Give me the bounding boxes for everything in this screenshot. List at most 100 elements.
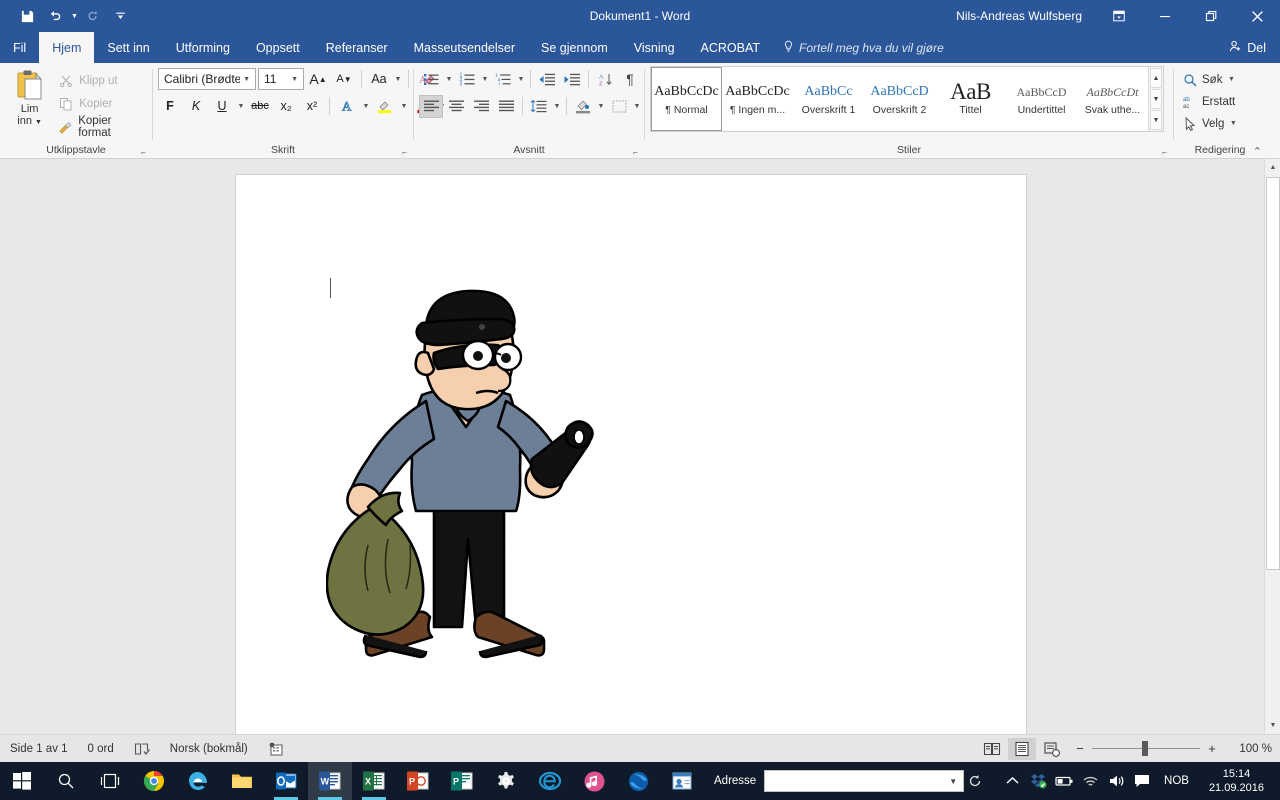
change-case-button[interactable]: Aa [367,68,391,91]
zoom-in-button[interactable]: + [1206,741,1218,756]
tab-oppsett[interactable]: Oppsett [243,32,313,63]
tab-se-gjennom[interactable]: Se gjennom [528,32,621,63]
share-button[interactable]: Del [1215,32,1280,63]
proofing-status-icon[interactable] [124,742,160,756]
highlight-caret[interactable]: ▼ [399,103,409,110]
style-overskrift-1[interactable]: AaBbCc Overskrift 1 [793,67,864,131]
text-effects-caret[interactable]: ▼ [361,103,371,110]
styles-more-icon[interactable]: ▼ [1150,110,1162,130]
select-button[interactable]: Velg ▼ [1179,113,1241,134]
clipart-burglar-image[interactable] [325,277,596,672]
settings-icon[interactable] [484,762,528,800]
print-layout-button[interactable] [1008,737,1036,760]
styles-dialog-launcher[interactable]: ⌐ [1159,147,1170,158]
zoom-slider[interactable]: − + [1068,741,1224,756]
tab-acrobat[interactable]: ACROBAT [688,32,774,63]
publisher-icon[interactable]: P [440,762,484,800]
underline-button[interactable]: U [210,95,234,118]
style-ingen-mellomrom[interactable]: AaBbCcDc ¶ Ingen m... [722,67,793,131]
borders-caret[interactable]: ▼ [632,103,642,110]
line-spacing-caret[interactable]: ▼ [552,103,562,110]
tab-referanser[interactable]: Referanser [313,32,401,63]
borders-button[interactable] [607,95,631,118]
align-left-button[interactable] [419,94,443,118]
wifi-icon[interactable] [1078,762,1102,800]
address-combo[interactable]: ▼ [764,770,965,792]
language-indicator[interactable]: Norsk (bokmål) [160,743,258,755]
file-explorer-icon[interactable] [220,762,264,800]
language-tray[interactable]: NOB [1156,775,1197,787]
volume-icon[interactable] [1104,762,1128,800]
internet-explorer-icon[interactable] [528,762,572,800]
ribbon-display-options-icon[interactable] [1096,0,1142,32]
grow-font-button[interactable]: A ▲ [306,68,330,91]
save-icon[interactable] [14,4,40,28]
search-icon[interactable] [44,762,88,800]
vertical-scrollbar[interactable]: ▲ ▼ [1264,159,1280,734]
style-normal[interactable]: AaBbCcDc ¶ Normal [651,67,722,131]
underline-caret[interactable]: ▼ [236,103,246,110]
select-caret[interactable]: ▼ [1228,120,1238,127]
subscript-button[interactable]: x₂ [274,95,298,118]
tab-hjem[interactable]: Hjem [39,32,95,63]
redo-icon[interactable] [80,4,106,28]
find-caret[interactable]: ▼ [1226,76,1236,83]
font-dialog-launcher[interactable]: ⌐ [399,147,410,158]
outlook-icon[interactable] [264,762,308,800]
tab-utforming[interactable]: Utforming [163,32,243,63]
increase-indent-button[interactable] [560,68,584,91]
align-right-button[interactable] [469,95,493,118]
shrink-font-button[interactable]: A ▼ [332,68,356,91]
tab-masseutsendelser[interactable]: Masseutsendelser [401,32,528,63]
change-case-caret[interactable]: ▼ [393,76,403,83]
read-mode-button[interactable] [978,738,1006,760]
find-button[interactable]: Søk ▼ [1179,69,1241,90]
collapse-ribbon-icon[interactable]: ⌃ [1253,145,1262,158]
zoom-thumb[interactable] [1142,741,1148,756]
edge-icon[interactable] [176,762,220,800]
minimize-icon[interactable] [1142,0,1188,32]
copy-button[interactable]: Kopier [54,93,147,114]
battery-icon[interactable] [1052,762,1076,800]
style-undertittel[interactable]: AaBbCcD Undertittel [1006,67,1077,131]
bullets-caret[interactable]: ▼ [444,76,454,83]
customize-quick-access-icon[interactable] [108,4,134,28]
style-tittel[interactable]: AaB Tittel [935,67,1006,131]
paste-button[interactable]: Lim inn ▼ [5,67,54,129]
numbering-button[interactable]: 123 [455,68,479,91]
italic-button[interactable]: K [184,95,208,118]
font-name-combo[interactable]: Calibri (Brødte ▼ [158,68,256,90]
shading-button[interactable] [571,95,595,118]
task-view-icon[interactable] [88,762,132,800]
font-size-combo[interactable]: 11 ▼ [258,68,304,90]
powerpoint-icon[interactable]: P [396,762,440,800]
zoom-track[interactable] [1092,741,1200,756]
numbering-caret[interactable]: ▼ [480,76,490,83]
chevron-down-icon[interactable]: ▼ [946,777,960,786]
macro-record-icon[interactable] [258,742,294,756]
text-highlight-button[interactable] [373,95,397,118]
scroll-down-icon[interactable]: ▼ [1265,717,1280,734]
restore-icon[interactable] [1188,0,1234,32]
tab-sett-inn[interactable]: Sett inn [94,32,162,63]
undo-icon[interactable] [42,4,68,28]
cut-button[interactable]: Klipp ut [54,70,147,91]
show-hidden-icons-icon[interactable] [1000,762,1024,800]
excel-icon[interactable]: X [352,762,396,800]
style-overskrift-2[interactable]: AaBbCcD Overskrift 2 [864,67,935,131]
word-icon[interactable]: W [308,762,352,800]
tell-me-search[interactable]: Fortell meg hva du vil gjøre [773,32,954,63]
refresh-icon[interactable] [964,774,986,788]
zoom-level-label[interactable]: 100 % [1226,743,1272,755]
styles-scroll-up-icon[interactable]: ▲ [1150,68,1162,88]
chrome-icon[interactable] [132,762,176,800]
document-page[interactable] [235,174,1027,734]
align-center-button[interactable] [444,95,468,118]
tab-visning[interactable]: Visning [621,32,688,63]
start-button[interactable] [0,762,44,800]
text-effects-button[interactable]: A [335,95,359,118]
clipboard-dialog-launcher[interactable]: ⌐ [138,147,149,158]
undo-dropdown-caret[interactable]: ▼ [71,13,78,20]
close-icon[interactable] [1234,0,1280,32]
word-count[interactable]: 0 ord [78,743,124,755]
